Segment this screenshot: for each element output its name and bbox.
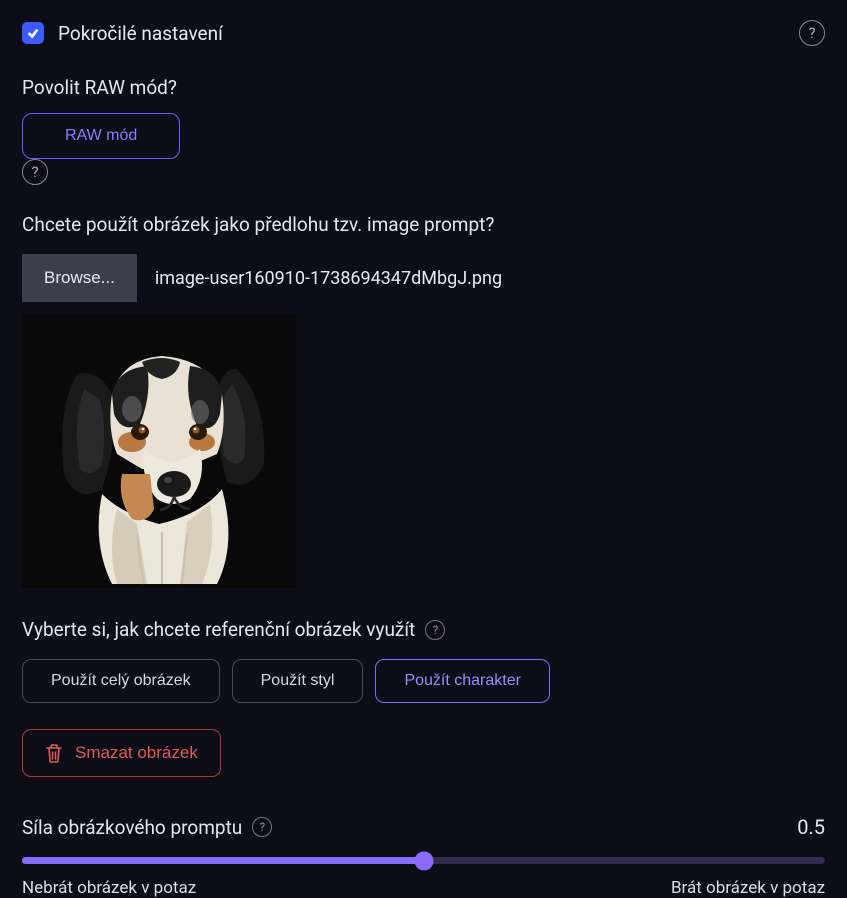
- help-icon[interactable]: ?: [799, 20, 825, 46]
- strength-min-label: Nebrát obrázek v potaz: [22, 878, 196, 898]
- use-style-button[interactable]: Použít styl: [232, 659, 364, 703]
- browse-button[interactable]: Browse...: [22, 254, 137, 302]
- image-preview: [22, 314, 296, 588]
- uploaded-filename: image-user160910-1738694347dMbgJ.png: [155, 268, 502, 289]
- strength-label: Síla obrázkového promptu: [22, 816, 242, 839]
- use-character-button[interactable]: Použít charakter: [375, 659, 550, 703]
- slider-fill: [22, 857, 424, 864]
- help-icon[interactable]: ?: [252, 817, 272, 837]
- strength-value: 0.5: [797, 815, 825, 839]
- image-prompt-question: Chcete použít obrázek jako předlohu tzv.…: [22, 213, 825, 236]
- advanced-settings-label: Pokročilé nastavení: [58, 22, 223, 45]
- dog-image-icon: [22, 314, 296, 588]
- strength-slider[interactable]: [22, 857, 825, 864]
- raw-mode-button[interactable]: RAW mód: [22, 113, 180, 159]
- reference-usage-label: Vyberte si, jak chcete referenční obráze…: [22, 618, 415, 641]
- slider-thumb[interactable]: [414, 851, 433, 870]
- use-whole-image-button[interactable]: Použít celý obrázek: [22, 659, 220, 703]
- strength-max-label: Brát obrázek v potaz: [671, 878, 825, 898]
- trash-icon: [45, 743, 63, 763]
- check-icon: [26, 26, 40, 40]
- delete-image-label: Smazat obrázek: [75, 743, 198, 763]
- raw-mode-question: Povolit RAW mód?: [22, 76, 825, 99]
- help-icon[interactable]: ?: [425, 620, 445, 640]
- help-icon[interactable]: ?: [22, 159, 48, 185]
- delete-image-button[interactable]: Smazat obrázek: [22, 729, 221, 777]
- advanced-settings-checkbox[interactable]: [22, 22, 44, 44]
